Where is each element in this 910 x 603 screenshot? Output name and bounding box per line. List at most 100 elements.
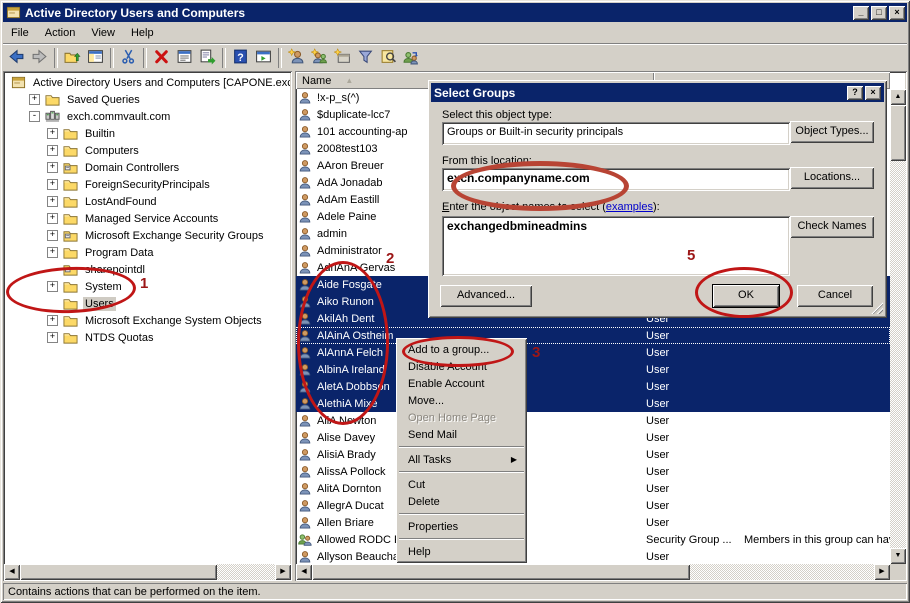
console-tree-button[interactable] <box>84 47 107 69</box>
list-hscroll-thumb[interactable] <box>312 564 690 580</box>
tree-item-program-data[interactable]: + Program Data <box>5 244 290 261</box>
expander-icon[interactable]: + <box>47 145 58 156</box>
scroll-right-icon[interactable]: ▶ <box>874 564 890 580</box>
expander-icon[interactable]: + <box>47 213 58 224</box>
list-row-allowed-rodc-p[interactable]: Allowed RODC P Security Group ... Member… <box>296 531 890 548</box>
help-button[interactable] <box>229 47 252 69</box>
object-names-input[interactable]: exchangedbmineadmins <box>442 216 790 276</box>
up-level-button[interactable] <box>61 47 84 69</box>
tree-item-builtin[interactable]: + Builtin <box>5 125 290 142</box>
check-names-button[interactable]: Check Names <box>790 216 874 238</box>
object-types-button[interactable]: Object Types... <box>790 121 874 143</box>
tree-item-microsoft-exchange-system-objects[interactable]: + Microsoft Exchange System Objects <box>5 312 290 329</box>
menubar-help[interactable]: Help <box>123 25 162 41</box>
menu-item-all-tasks[interactable]: All Tasks ▶ <box>398 451 525 468</box>
list-row-alisia-brady[interactable]: AlisiA Brady User <box>296 446 890 463</box>
new-group-button[interactable] <box>308 47 331 69</box>
domain-icon <box>45 109 60 124</box>
list-row-alise-davey[interactable]: Alise Davey User <box>296 429 890 446</box>
tree-item-system[interactable]: + System <box>5 278 290 295</box>
expander-icon[interactable]: + <box>47 230 58 241</box>
locations-button[interactable]: Locations... <box>790 167 874 189</box>
list-vscroll-thumb[interactable] <box>890 105 906 161</box>
forward-button[interactable] <box>28 47 51 69</box>
menu-item-help[interactable]: Help <box>398 543 525 560</box>
list-row-alethia-mixe[interactable]: AlethiA Mixe User <box>296 395 890 412</box>
add-to-group-button[interactable] <box>400 47 423 69</box>
cancel-button[interactable]: Cancel <box>797 285 873 307</box>
list-row-alia-newton[interactable]: AliA Newton User <box>296 412 890 429</box>
tree-item-computers[interactable]: + Computers <box>5 142 290 159</box>
advanced-button[interactable]: Advanced... <box>440 285 532 307</box>
list-row-alita-dornton[interactable]: AlitA Dornton User <box>296 480 890 497</box>
tree-item-sharepointdl[interactable]: sharepointdl <box>5 261 290 278</box>
tree-scroll-thumb[interactable] <box>20 564 217 580</box>
delete-button[interactable] <box>150 47 173 69</box>
tree-item-active-directory-users-and-computers-capone-exch[interactable]: Active Directory Users and Computers [CA… <box>5 74 290 91</box>
scroll-left-icon[interactable]: ◀ <box>296 564 312 580</box>
expander-icon[interactable]: + <box>47 332 58 343</box>
menu-item-add-to-a-group[interactable]: Add to a group... <box>398 341 525 358</box>
expander-icon[interactable]: - <box>29 111 40 122</box>
tree-item-managed-service-accounts[interactable]: + Managed Service Accounts <box>5 210 290 227</box>
list-row-allyson-beaucha[interactable]: Allyson Beaucha User <box>296 548 890 564</box>
tree-item-foreignsecurityprincipals[interactable]: + ForeignSecurityPrincipals <box>5 176 290 193</box>
examples-link[interactable]: examples <box>606 201 653 213</box>
menubar-view[interactable]: View <box>83 25 123 41</box>
scroll-up-icon[interactable]: ▲ <box>890 89 906 105</box>
menu-item-send-mail[interactable]: Send Mail <box>398 426 525 443</box>
tree-item-ntds-quotas[interactable]: + NTDS Quotas <box>5 329 290 346</box>
export-list-button[interactable] <box>196 47 219 69</box>
expander-icon[interactable]: + <box>47 196 58 207</box>
cut-button[interactable] <box>117 47 140 69</box>
menubar-action[interactable]: Action <box>37 25 84 41</box>
new-ou-button[interactable] <box>331 47 354 69</box>
ok-button[interactable]: OK <box>713 285 779 307</box>
expander-icon[interactable]: + <box>47 247 58 258</box>
list-row-albina-ireland[interactable]: AlbinA Ireland User <box>296 361 890 378</box>
scroll-right-icon[interactable]: ▶ <box>275 564 291 580</box>
dialog-help-button[interactable]: ? <box>847 86 863 100</box>
list-row-alissa-pollock[interactable]: AlissA Pollock User <box>296 463 890 480</box>
find-button[interactable] <box>377 47 400 69</box>
list-row-aleta-dobbson[interactable]: AletA Dobbson User <box>296 378 890 395</box>
menu-item-cut[interactable]: Cut <box>398 476 525 493</box>
properties-button[interactable] <box>173 47 196 69</box>
tree-item-microsoft-exchange-security-groups[interactable]: + Microsoft Exchange Security Groups <box>5 227 290 244</box>
expander-icon[interactable]: + <box>47 315 58 326</box>
list-row-allegra-ducat[interactable]: AllegrA Ducat User <box>296 497 890 514</box>
close-button[interactable]: × <box>889 6 905 20</box>
list-row-alaina-ostheim[interactable]: AlAinA Ostheim User <box>296 327 890 344</box>
minimize-button[interactable]: _ <box>853 6 869 20</box>
menu-item-move[interactable]: Move... <box>398 392 525 409</box>
expander-icon[interactable]: + <box>47 162 58 173</box>
menubar-file[interactable]: File <box>3 25 37 41</box>
scroll-left-icon[interactable]: ◀ <box>4 564 20 580</box>
menu-item-disable-account[interactable]: Disable Account <box>398 358 525 375</box>
filter-button[interactable] <box>354 47 377 69</box>
tree-item-domain-controllers[interactable]: + Domain Controllers <box>5 159 290 176</box>
tree-item-saved-queries[interactable]: + Saved Queries <box>5 91 290 108</box>
expander-icon[interactable]: + <box>47 128 58 139</box>
dialog-close-button[interactable]: × <box>865 86 881 100</box>
scroll-down-icon[interactable]: ▼ <box>890 548 906 564</box>
back-button[interactable] <box>5 47 28 69</box>
tree-item-lostandfound[interactable]: + LostAndFound <box>5 193 290 210</box>
expander-icon[interactable]: + <box>29 94 40 105</box>
list-row-alanna-felch[interactable]: AlAnnA Felch User <box>296 344 890 361</box>
menu-item-enable-account[interactable]: Enable Account <box>398 375 525 392</box>
tree-item-users[interactable]: Users <box>5 295 290 312</box>
list-row-allen-briare[interactable]: Allen Briare User <box>296 514 890 531</box>
cut-icon <box>120 48 137 68</box>
menu-item-open-home-page[interactable]: Open Home Page <box>398 409 525 426</box>
menu-item-delete[interactable]: Delete <box>398 493 525 510</box>
user-icon <box>298 210 312 224</box>
new-user-button[interactable] <box>285 47 308 69</box>
expander-icon[interactable]: + <box>47 179 58 190</box>
expander-icon[interactable]: + <box>47 281 58 292</box>
ou-icon <box>63 262 78 277</box>
menu-item-properties[interactable]: Properties <box>398 518 525 535</box>
show-window-button[interactable] <box>252 47 275 69</box>
tree-item-exch-commvault-com[interactable]: - exch.commvault.com <box>5 108 290 125</box>
maximize-button[interactable]: □ <box>871 6 887 20</box>
